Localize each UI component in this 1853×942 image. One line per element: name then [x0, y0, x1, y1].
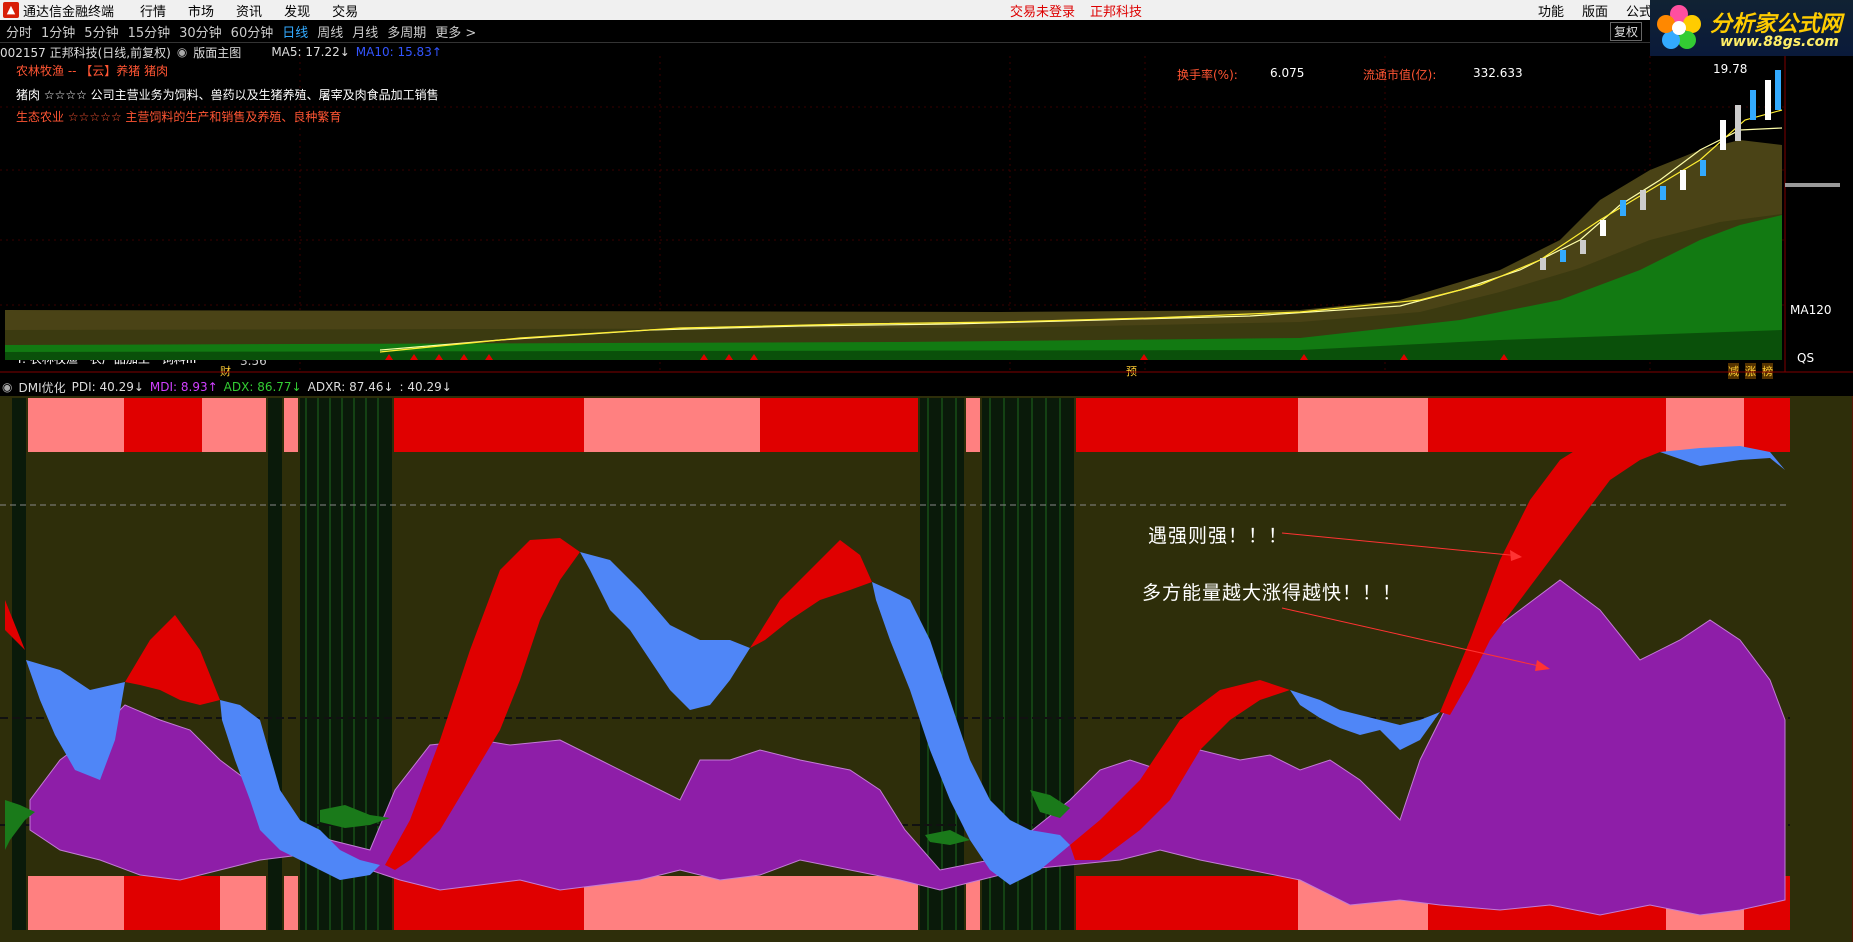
tab-fenshi[interactable]: 分时 [3, 22, 35, 41]
adx-value: ADX: 86.77↓ [223, 380, 302, 394]
menu-hangqing[interactable]: 行情 [140, 1, 166, 20]
menu-jiaoyi[interactable]: 交易 [332, 1, 358, 20]
main-candlestick-chart[interactable] [0, 56, 1853, 376]
annotation-text-2: 多方能量越大涨得越快！！！ [1142, 582, 1403, 604]
tab-monthly[interactable]: 月线 [349, 22, 381, 41]
flower-logo-icon [1657, 5, 1701, 49]
tab-15min[interactable]: 15分钟 [125, 22, 174, 41]
menu-shichang[interactable]: 市场 [188, 1, 214, 20]
menu-gongneng[interactable]: 功能 [1538, 1, 1564, 20]
extra-value: : 40.29↓ [399, 380, 452, 394]
brand-url[interactable]: www.88gs.com [1720, 34, 1839, 50]
pdi-value: PDI: 40.29↓ [71, 380, 144, 394]
tab-30min[interactable]: 30分钟 [176, 22, 225, 41]
menu-gongshi[interactable]: 公式 [1626, 1, 1652, 20]
price-marker-bar [1785, 183, 1840, 187]
brand-watermark: 分析家公式网 www.88gs.com [1650, 0, 1853, 56]
tab-daily[interactable]: 日线 [279, 22, 311, 41]
indicator-name[interactable]: DMI优化 [18, 379, 65, 396]
mdi-value: MDI: 8.93↑ [149, 380, 218, 394]
annotation-text-1: 遇强则强！！！ [1148, 525, 1289, 547]
period-tabs: 分时 1分钟 5分钟 15分钟 30分钟 60分钟 日线 周线 月线 多周期 更… [0, 20, 1853, 43]
tab-1min[interactable]: 1分钟 [38, 22, 78, 41]
app-logo-icon: ▲ [3, 2, 19, 18]
app-title: 通达信金融终端 [23, 4, 115, 20]
indicator-menu-icon[interactable]: ◉ [2, 380, 12, 394]
menu-faxian[interactable]: 发现 [284, 1, 310, 20]
adxr-value: ADXR: 87.46↓ [307, 380, 394, 394]
top-signal-bars [28, 398, 1790, 452]
tab-5min[interactable]: 5分钟 [81, 22, 121, 41]
tab-more[interactable]: 更多 > [432, 22, 479, 41]
menu-zixun[interactable]: 资讯 [236, 1, 262, 20]
indicator-header: ◉ DMI优化 PDI: 40.29↓ MDI: 8.93↑ ADX: 86.7… [0, 378, 1853, 396]
current-stock-name: 正邦科技 [1090, 4, 1143, 20]
tab-multi-period[interactable]: 多周期 [384, 22, 429, 41]
tab-60min[interactable]: 60分钟 [228, 22, 277, 41]
login-status[interactable]: 交易未登录 [1010, 1, 1075, 20]
tab-weekly[interactable]: 周线 [314, 22, 346, 41]
dmi-indicator-chart[interactable] [0, 396, 1853, 942]
title-bar: ▲ 通达信金融终端 行情 市场 资讯 发现 交易 交易未登录 正邦科技 功能 版… [0, 0, 1853, 20]
fuquan-button[interactable]: 复权 [1610, 22, 1643, 41]
menu-banmian[interactable]: 版面 [1582, 1, 1608, 20]
